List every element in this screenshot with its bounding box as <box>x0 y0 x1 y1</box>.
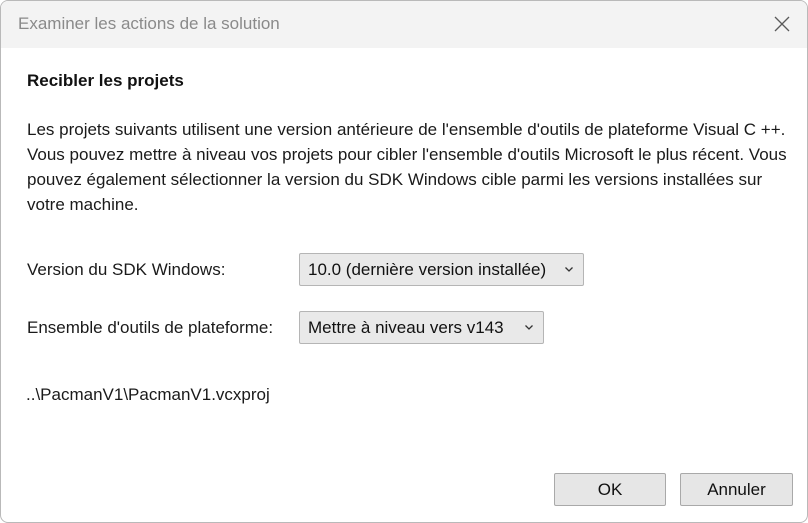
toolset-label: Ensemble d'outils de plateforme: <box>27 318 274 337</box>
cancel-button[interactable]: Annuler <box>680 473 793 506</box>
description-text: Les projets suivants utilisent une versi… <box>27 120 787 214</box>
sdk-version-value: 10.0 (dernière version installée) <box>308 259 547 279</box>
chevron-down-icon <box>565 267 573 272</box>
close-icon <box>774 16 790 32</box>
window-title: Examiner les actions de la solution <box>18 14 280 33</box>
toolset-select[interactable]: Mettre à niveau vers v143 <box>299 311 544 344</box>
sdk-version-label: Version du SDK Windows: <box>27 260 226 279</box>
close-button[interactable] <box>767 9 797 39</box>
dialog-body: Recibler les projets Les projets suivant… <box>1 48 807 522</box>
project-path: ..\PacmanV1\PacmanV1.vcxproj <box>26 385 270 404</box>
ok-button[interactable]: OK <box>554 473 666 506</box>
title-bar: Examiner les actions de la solution <box>1 1 807 48</box>
section-heading: Recibler les projets <box>27 71 184 90</box>
retarget-dialog: Examiner les actions de la solution Reci… <box>0 0 808 523</box>
sdk-version-select[interactable]: 10.0 (dernière version installée) <box>299 253 584 286</box>
toolset-value: Mettre à niveau vers v143 <box>308 317 504 337</box>
chevron-down-icon <box>525 325 533 330</box>
